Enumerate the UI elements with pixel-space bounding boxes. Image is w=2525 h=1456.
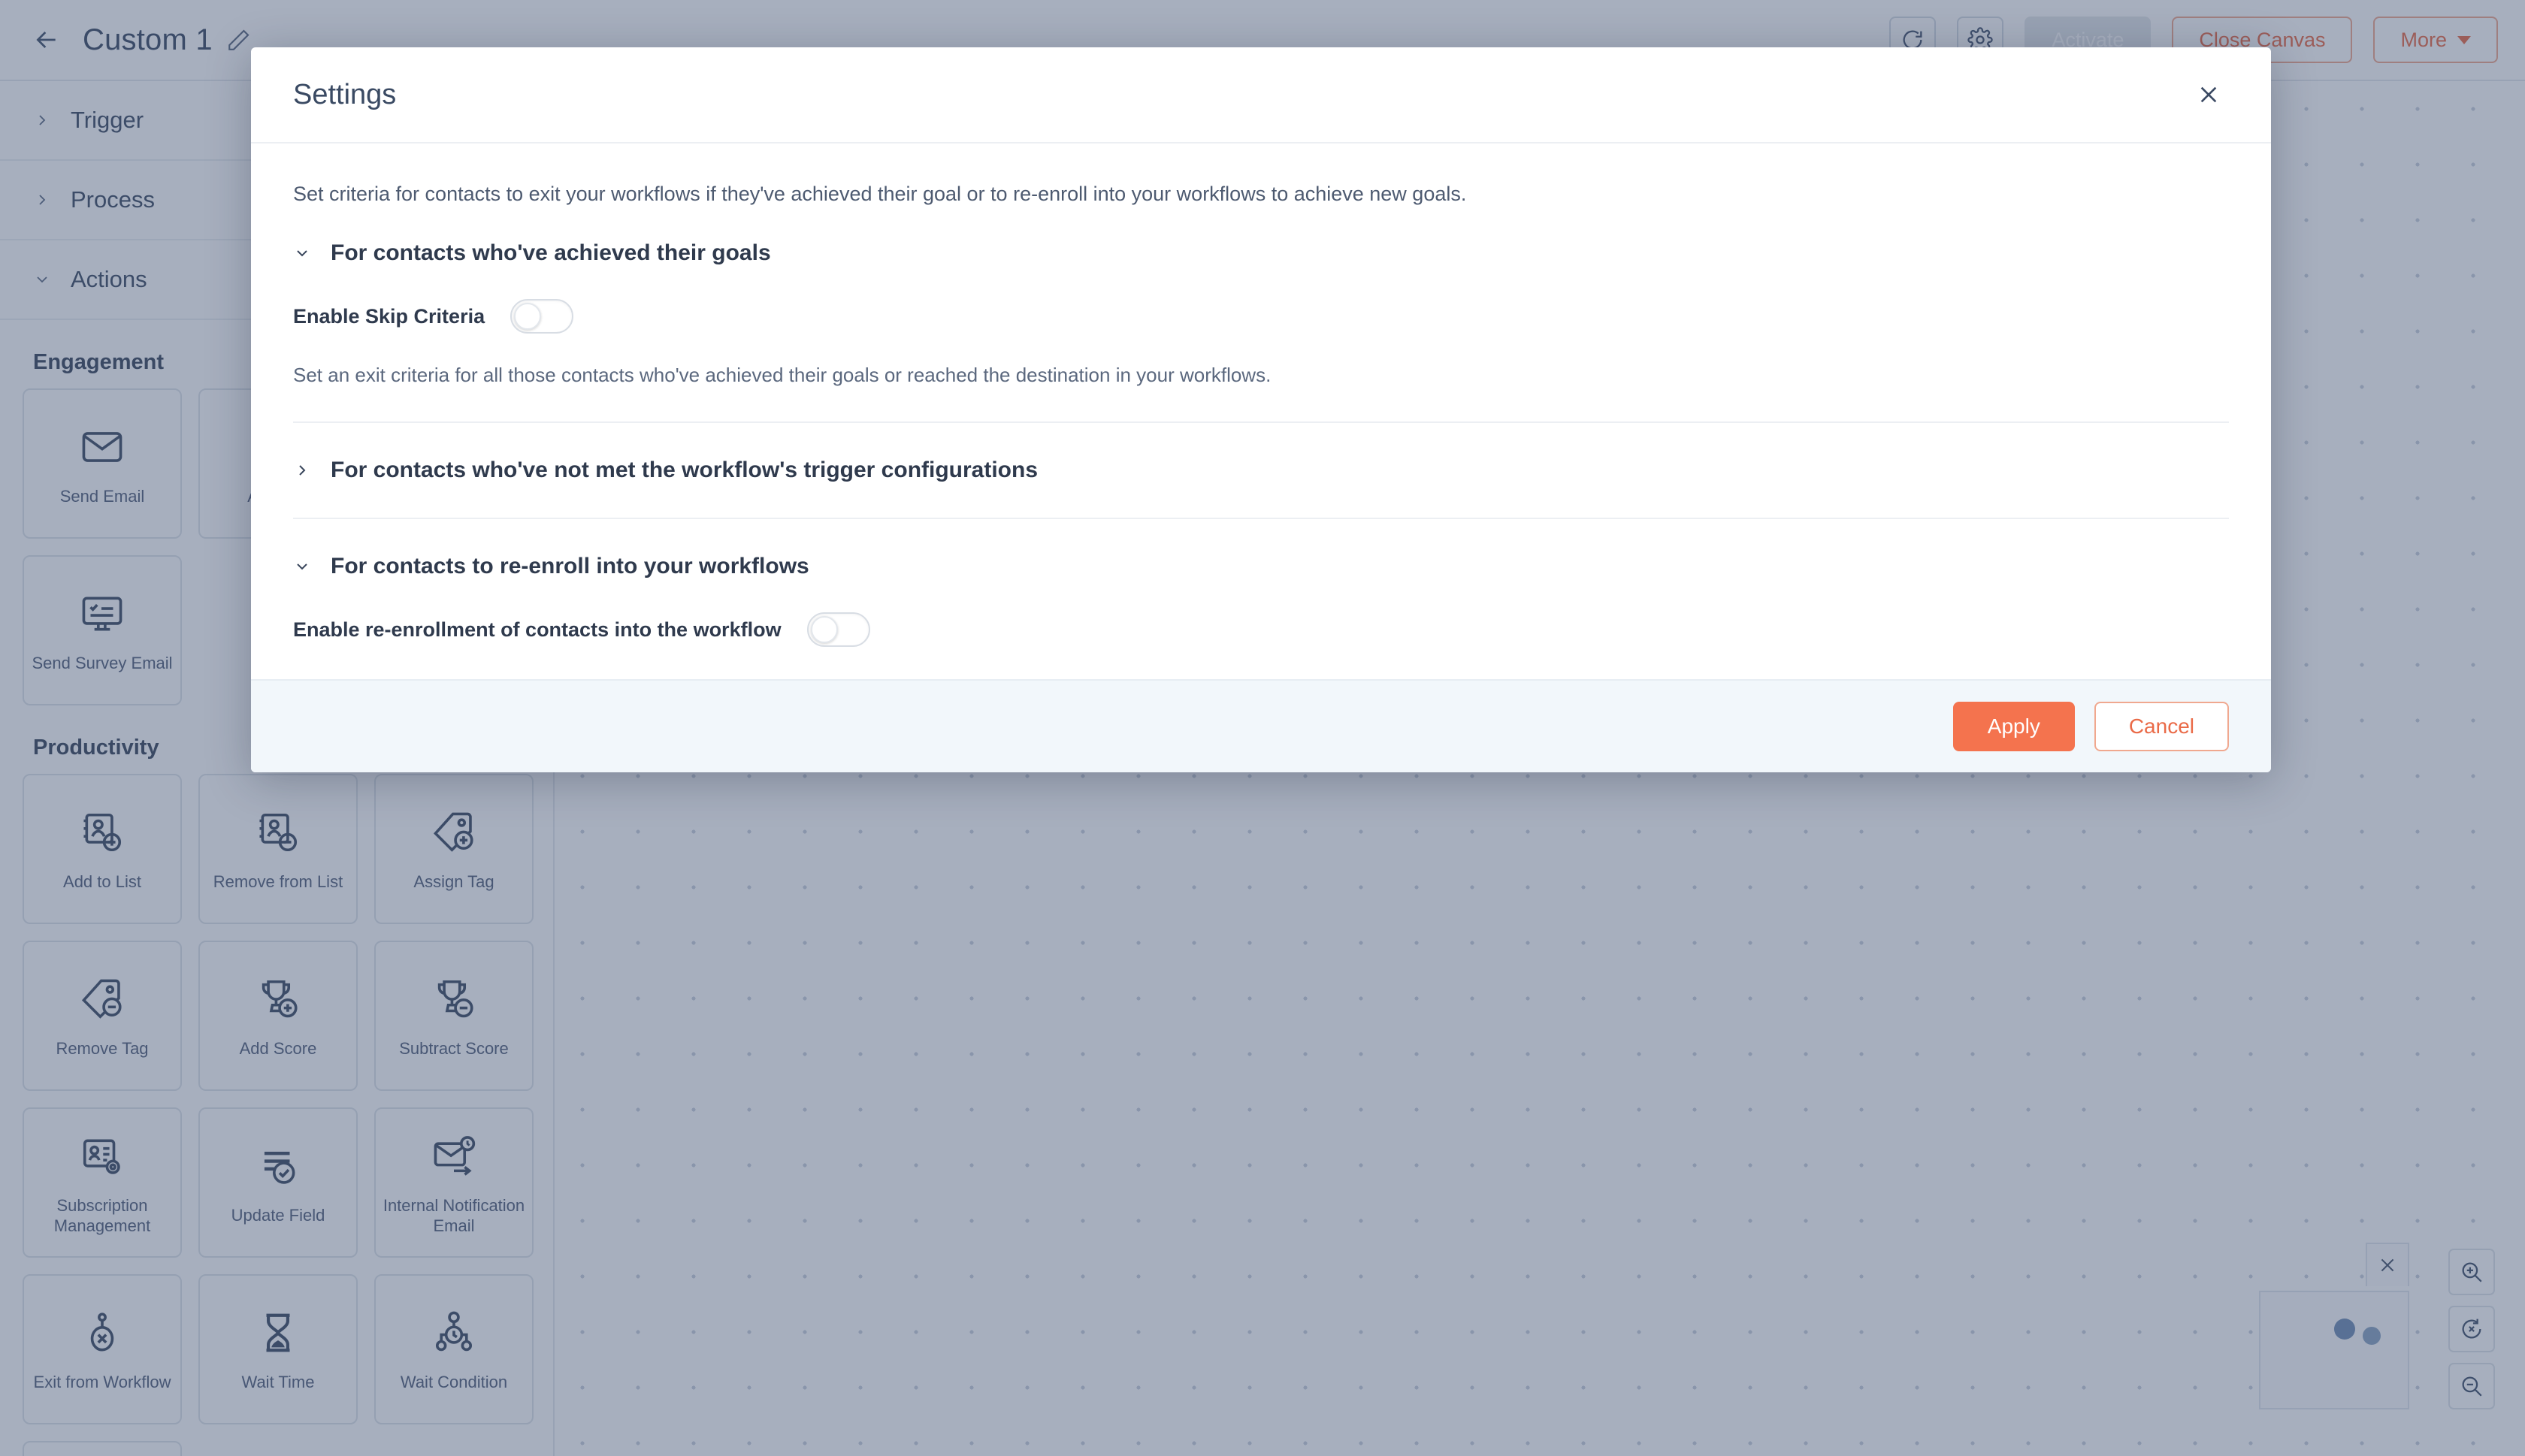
modal-body: Set criteria for contacts to exit your w… [251,143,2271,679]
cancel-button[interactable]: Cancel [2094,702,2229,751]
settings-section-goals: For contacts who've achieved their goals… [251,206,2271,423]
toggle-knob [514,303,542,330]
settings-modal: Settings Set criteria for contacts to ex… [251,47,2271,772]
settings-section-re-enroll: For contacts to re-enroll into your work… [251,519,2271,647]
skip-criteria-help-text: Set an exit criteria for all those conta… [293,364,1272,386]
modal-header: Settings [251,47,2271,143]
modal-title: Settings [293,78,397,110]
re-enrollment-label: Enable re-enrollment of contacts into th… [293,618,782,641]
settings-section-trigger-config: For contacts who've not met the workflow… [251,423,2271,519]
chevron-down-icon [293,557,311,575]
section-header-re-enroll[interactable]: For contacts to re-enroll into your work… [293,519,2229,579]
chevron-down-icon [293,244,311,262]
enable-re-enrollment-toggle[interactable] [806,612,870,647]
skip-criteria-row: Enable Skip Criteria [293,266,2229,334]
re-enrollment-row: Enable re-enrollment of contacts into th… [293,579,2229,647]
toggle-knob [810,616,838,643]
section-header-goals[interactable]: For contacts who've achieved their goals [293,206,2229,266]
skip-criteria-label: Enable Skip Criteria [293,304,485,328]
section-header-trigger-config[interactable]: For contacts who've not met the workflow… [293,423,2229,483]
enable-skip-criteria-toggle[interactable] [510,299,574,334]
chevron-right-icon [293,461,311,479]
section-header-goals-label: For contacts who've achieved their goals [331,240,771,265]
section-header-trigger-config-label: For contacts who've not met the workflow… [331,458,1039,482]
apply-button[interactable]: Apply [1952,702,2075,751]
modal-intro-text: Set criteria for contacts to exit your w… [293,183,1467,205]
modal-footer: Apply Cancel [251,679,2271,772]
section-header-re-enroll-label: For contacts to re-enroll into your work… [331,554,809,578]
close-icon[interactable] [2188,74,2229,115]
